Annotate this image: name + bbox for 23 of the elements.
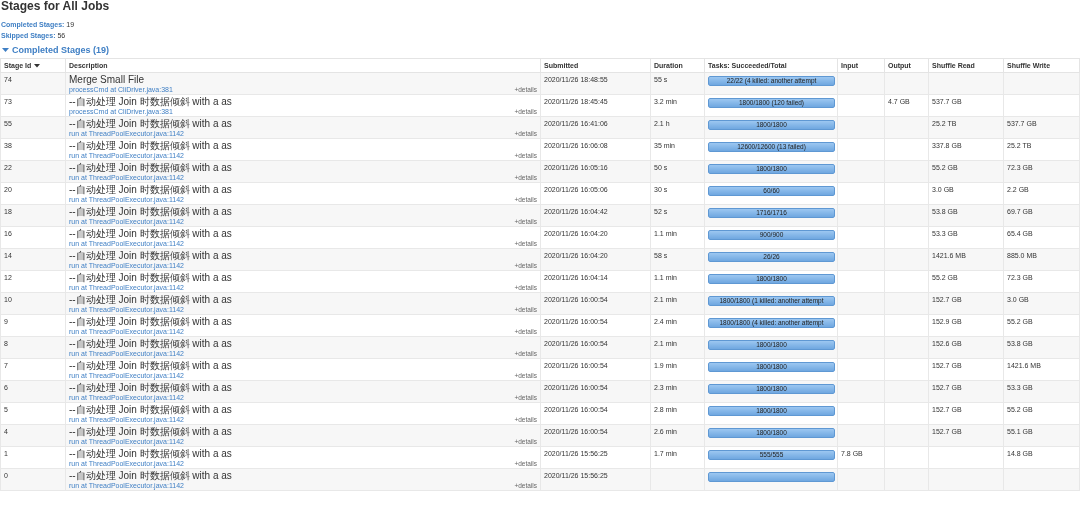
stage-description: --自动处理 Join 时数据倾斜 with a as xyxy=(69,250,232,261)
stage-description: --自动处理 Join 时数据倾斜 with a as xyxy=(69,228,232,239)
stage-description: --自动处理 Join 时数据倾斜 with a as xyxy=(69,272,232,283)
stage-description: --自动处理 Join 时数据倾斜 with a as xyxy=(69,448,232,459)
stage-description: --自动处理 Join 时数据倾斜 with a as xyxy=(69,316,232,327)
section-toggle[interactable]: Completed Stages (19) xyxy=(0,44,110,56)
stage-description: --自动处理 Join 时数据倾斜 with a as xyxy=(69,206,232,217)
stage-description: --自动处理 Join 时数据倾斜 with a as xyxy=(69,360,232,371)
stage-description: --自动处理 Join 时数据倾斜 with a as xyxy=(69,96,232,107)
stage-description: --自动处理 Join 时数据倾斜 with a as xyxy=(69,294,232,305)
stage-description: --自动处理 Join 时数据倾斜 with a as xyxy=(69,382,232,393)
sort-caret-icon xyxy=(34,63,41,68)
stage-description: --自动处理 Join 时数据倾斜 with a as xyxy=(69,162,232,173)
stage-description: --自动处理 Join 时数据倾斜 with a as xyxy=(69,404,232,415)
page-title: Stages for All Jobs xyxy=(0,0,111,13)
stage-description: Merge Small File xyxy=(69,74,145,85)
stage-description: --自动处理 Join 时数据倾斜 with a as xyxy=(69,338,232,349)
stage-description: --自动处理 Join 时数据倾斜 with a as xyxy=(69,470,232,481)
stage-description: --自动处理 Join 时数据倾斜 with a as xyxy=(69,184,232,195)
caret-icon xyxy=(2,47,9,53)
stage-description: --自动处理 Join 时数据倾斜 with a as xyxy=(69,426,232,437)
stage-description: --自动处理 Join 时数据倾斜 with a as xyxy=(69,140,232,151)
stage-description: --自动处理 Join 时数据倾斜 with a as xyxy=(69,118,232,129)
